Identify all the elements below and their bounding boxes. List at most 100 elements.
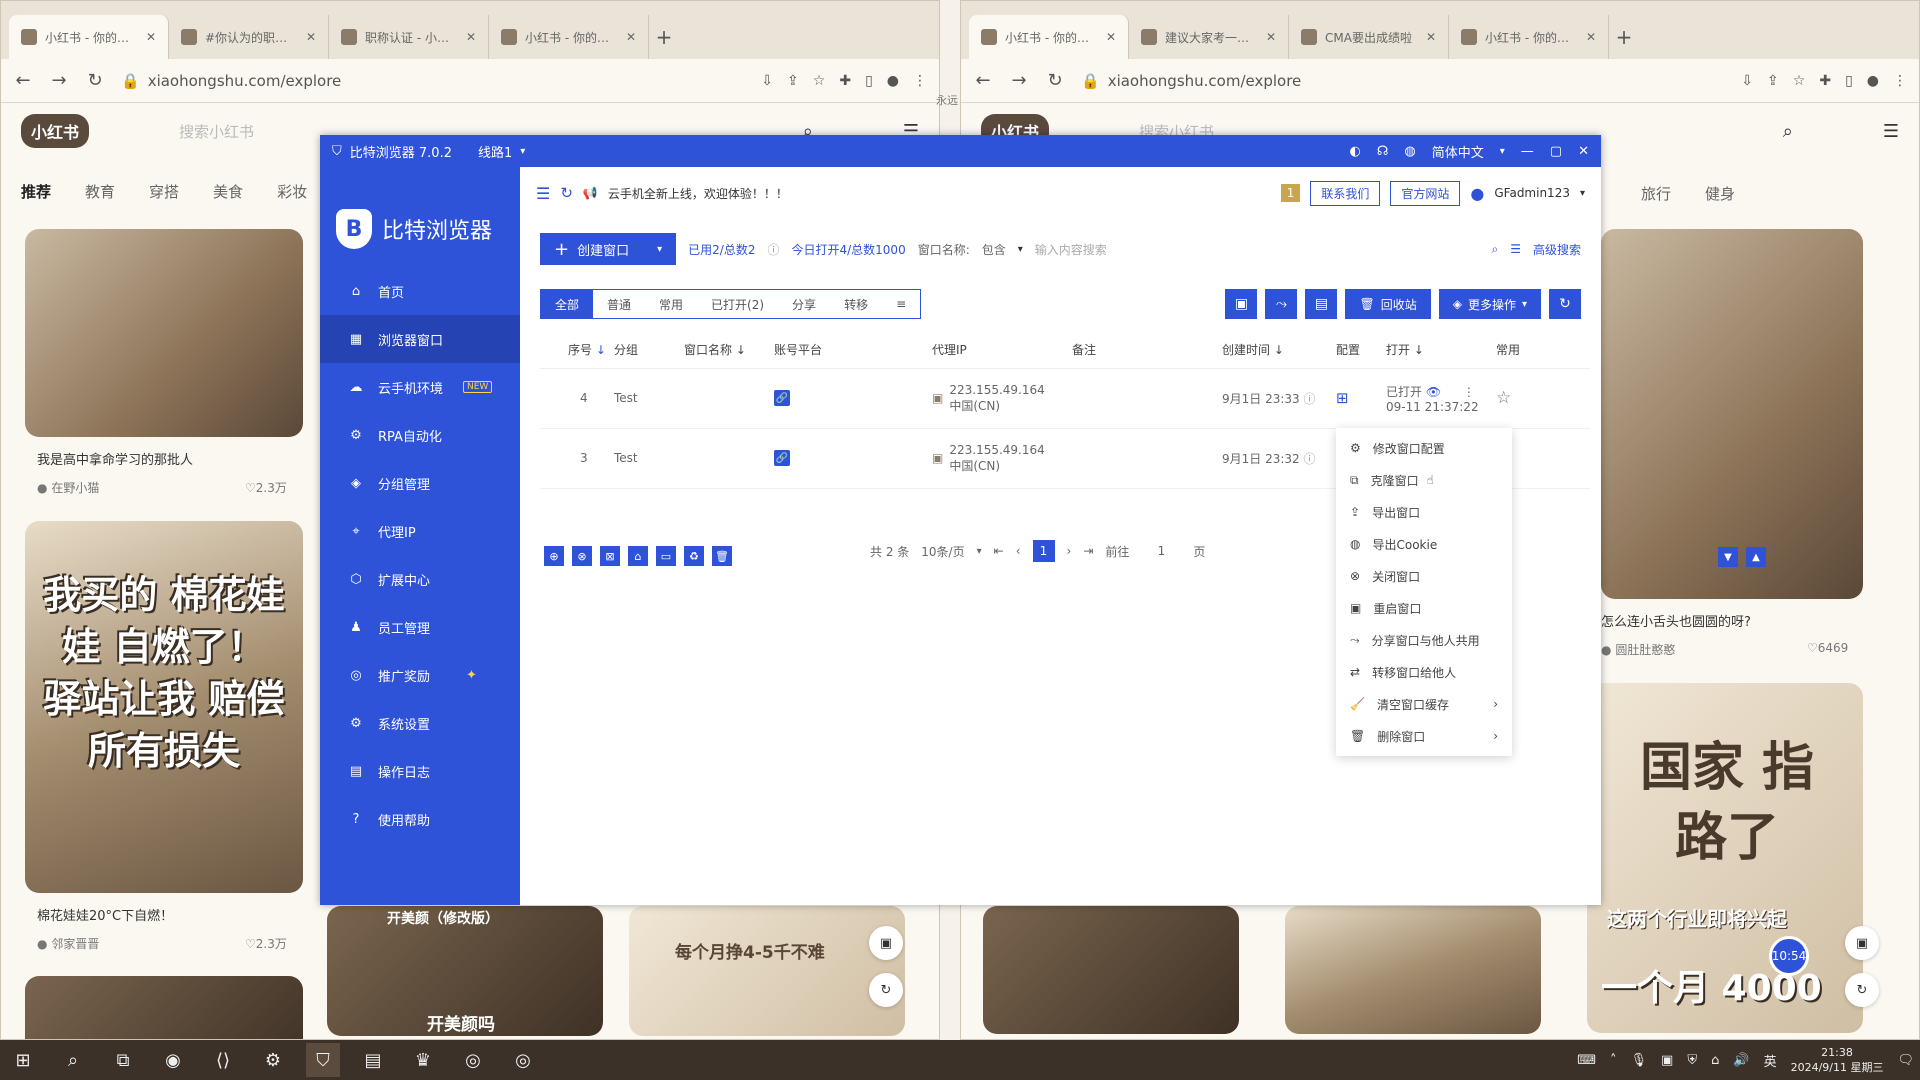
- contact-button[interactable]: 联系我们: [1310, 180, 1381, 206]
- window-icon[interactable]: ▭: [656, 546, 676, 566]
- filter-mode-select[interactable]: 包含: [982, 241, 1006, 258]
- sort-icon[interactable]: ≡: [882, 290, 920, 318]
- table-row[interactable]: 4 Test 🔗 ▣ 223.155.49.164 中国(CN) 9月1日 23:3…: [540, 368, 1590, 429]
- tab-transferred[interactable]: 转移: [830, 290, 882, 318]
- feed-card-image[interactable]: [25, 229, 303, 437]
- chrome-icon[interactable]: ◉: [156, 1043, 190, 1077]
- browser-tab[interactable]: 小红书 - 你的生活 ✕: [9, 15, 169, 59]
- collapse-menu-icon[interactable]: ☰: [536, 184, 550, 203]
- channel-item[interactable]: 旅行: [1641, 183, 1671, 204]
- feed-card-image[interactable]: [1285, 906, 1541, 1034]
- website-button[interactable]: 官方网站: [1390, 180, 1461, 206]
- share-icon[interactable]: ⤳: [1265, 289, 1298, 319]
- recycle-bin-button[interactable]: 🗑 回收站: [1345, 289, 1431, 319]
- channel-item[interactable]: 美食: [213, 181, 243, 202]
- close-icon[interactable]: ✕: [626, 30, 636, 44]
- like-count[interactable]: ♡2.3万: [245, 479, 287, 496]
- menu-item-clear-cache[interactable]: 🧹 清空窗口缓存 ›: [1336, 688, 1512, 720]
- ime-indicator[interactable]: 英: [1764, 1051, 1777, 1070]
- sidebar-item-staff[interactable]: ♟ 员工管理: [320, 603, 520, 651]
- advanced-search-link[interactable]: 高级搜索: [1533, 241, 1581, 258]
- system-clock[interactable]: 21:38 2024/9/11 星期三: [1791, 1045, 1884, 1075]
- profile-icon[interactable]: ●: [887, 73, 899, 89]
- menu-item-share[interactable]: ⤳ 分享窗口与他人共用: [1336, 624, 1512, 656]
- back-icon[interactable]: ←: [13, 70, 33, 91]
- new-tab-button[interactable]: +: [649, 15, 679, 59]
- browser-tab[interactable]: 小红书 - 你的生活 ✕: [969, 15, 1129, 59]
- url-field[interactable]: 🔒 xiaohongshu.com/explore: [121, 66, 745, 96]
- keyboard-icon[interactable]: ⌨: [1577, 1053, 1596, 1068]
- sidebar-item-promotion[interactable]: ◎ 推广奖励 ✦: [320, 651, 520, 699]
- share-icon[interactable]: ⇪: [787, 73, 799, 89]
- search-icon[interactable]: ⌕: [56, 1043, 90, 1077]
- line-selector[interactable]: 线路1: [478, 142, 512, 161]
- like-count[interactable]: ♡6469: [1807, 641, 1848, 655]
- close-icon[interactable]: ✕: [1426, 30, 1436, 44]
- sidebar-item-browser-windows[interactable]: ▦ 浏览器窗口: [320, 315, 520, 363]
- chevron-down-icon[interactable]: ▾: [1580, 188, 1585, 199]
- delete-icon[interactable]: 🗑: [712, 546, 732, 566]
- tab-frequent[interactable]: 常用: [645, 290, 697, 318]
- prev-page-icon[interactable]: ‹: [1016, 544, 1021, 558]
- link-icon[interactable]: 🔗: [774, 450, 790, 467]
- tab-shared[interactable]: 分享: [778, 290, 830, 318]
- maximize-icon[interactable]: ▢: [1550, 144, 1562, 159]
- toggle-icon[interactable]: ◐: [1350, 144, 1361, 159]
- refresh-icon[interactable]: ↻: [869, 973, 903, 1007]
- link-icon[interactable]: 🔗: [774, 390, 790, 407]
- goto-page-input[interactable]: 1: [1141, 544, 1181, 558]
- channel-item[interactable]: 教育: [85, 181, 115, 202]
- notice-text[interactable]: 云手机全新上线，欢迎体验！！！: [608, 185, 788, 202]
- username[interactable]: GFadmin123: [1494, 186, 1570, 200]
- feed-card-image[interactable]: 国家 指路了 这两个行业即将兴起 一个月 4000: [1587, 683, 1863, 1033]
- menu-icon[interactable]: ⋮: [913, 73, 927, 89]
- task-view-icon[interactable]: ⧉: [106, 1043, 140, 1077]
- chevron-down-icon[interactable]: ▾: [1500, 146, 1505, 157]
- refresh-icon[interactable]: ↻: [1845, 973, 1879, 1007]
- first-page-icon[interactable]: ⇤: [994, 544, 1004, 558]
- sort-arrow-icon[interactable]: ↓: [1414, 343, 1424, 357]
- channel-item[interactable]: 彩妆: [277, 181, 307, 202]
- scroll-bottom-icon[interactable]: ▼: [1718, 547, 1738, 567]
- menu-item-export-cookie[interactable]: ◍ 导出Cookie: [1336, 528, 1512, 560]
- menu-item-delete[interactable]: 🗑 删除窗口 ›: [1336, 720, 1512, 752]
- microphone-icon[interactable]: 🎙: [1631, 1053, 1648, 1068]
- reload-icon[interactable]: ↻: [1045, 70, 1065, 91]
- close-icon[interactable]: ✕: [466, 30, 476, 44]
- filter-search-input[interactable]: 输入内容搜索: [1035, 241, 1335, 258]
- browser-tab[interactable]: 小红书 - 你的生活 ✕: [489, 15, 649, 59]
- image-search-icon[interactable]: ▣: [1845, 926, 1879, 960]
- current-page[interactable]: 1: [1032, 540, 1055, 562]
- close-icon[interactable]: ✕: [1578, 144, 1589, 159]
- author-name[interactable]: 邻家晋晋: [51, 937, 99, 951]
- site-logo[interactable]: 小红书: [21, 114, 90, 148]
- feed-card-image[interactable]: 开美颜（修改版） 开美颜吗: [327, 906, 603, 1036]
- file-explorer-icon[interactable]: ▤: [356, 1043, 390, 1077]
- sort-arrow-icon[interactable]: ↓: [596, 343, 606, 357]
- star-icon[interactable]: ☆: [813, 73, 826, 89]
- chevron-down-icon[interactable]: ▾: [977, 546, 982, 557]
- network-icon[interactable]: ⌂: [1711, 1053, 1719, 1068]
- install-icon[interactable]: ⇩: [1741, 73, 1753, 89]
- install-icon[interactable]: ⇩: [761, 73, 773, 89]
- language-selector[interactable]: 简体中文: [1432, 142, 1484, 161]
- feed-card-title[interactable]: 我是高中拿命学习的那批人: [37, 449, 193, 468]
- recording-badge[interactable]: 10:54: [1769, 936, 1809, 976]
- browser-tab[interactable]: CMA要出成绩啦 ✕: [1289, 15, 1449, 59]
- sidebar-item-settings[interactable]: ⚙ 系统设置: [320, 699, 520, 747]
- menu-item-export[interactable]: ⇪ 导出窗口: [1336, 496, 1512, 528]
- channel-item[interactable]: 穿搭: [149, 181, 179, 202]
- refresh-icon[interactable]: ↻: [560, 184, 573, 202]
- url-field[interactable]: 🔒 xiaohongshu.com/explore: [1081, 66, 1725, 96]
- col-window-name[interactable]: 窗口名称 ↓: [684, 332, 774, 369]
- extensions-icon[interactable]: ✚: [839, 73, 851, 89]
- chrome-profile-icon[interactable]: ◎: [456, 1043, 490, 1077]
- menu-item-edit-config[interactable]: ⚙ 修改窗口配置: [1336, 432, 1512, 464]
- feed-card-title[interactable]: 怎么连小舌头也圆圆的呀?: [1601, 611, 1751, 630]
- volume-icon[interactable]: 🔊: [1733, 1053, 1749, 1068]
- browser-tab[interactable]: 小红书 - 你的生活 ✕: [1449, 15, 1609, 59]
- sidebar-item-logs[interactable]: ▤ 操作日志: [320, 747, 520, 795]
- browser-tab[interactable]: 职称认证 - 小红书 ✕: [329, 15, 489, 59]
- col-open[interactable]: 打开 ↓: [1386, 332, 1496, 369]
- recycle-icon[interactable]: ♻: [684, 546, 704, 566]
